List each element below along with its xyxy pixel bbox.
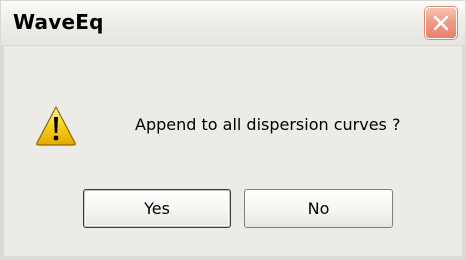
frame-bottom: [1, 256, 465, 259]
yes-button[interactable]: Yes: [83, 189, 231, 228]
close-button[interactable]: [425, 7, 457, 39]
window-title: WaveEq: [13, 10, 104, 34]
dialog-window: WaveEq Append to all dispersion curves ?…: [0, 0, 466, 260]
warning-icon: [36, 106, 76, 146]
dialog-message: Append to all dispersion curves ?: [135, 115, 401, 134]
title-bar[interactable]: WaveEq: [1, 1, 465, 46]
close-icon: [433, 15, 449, 31]
no-button[interactable]: No: [244, 189, 393, 228]
frame-right: [462, 45, 465, 259]
frame-left: [1, 45, 4, 259]
